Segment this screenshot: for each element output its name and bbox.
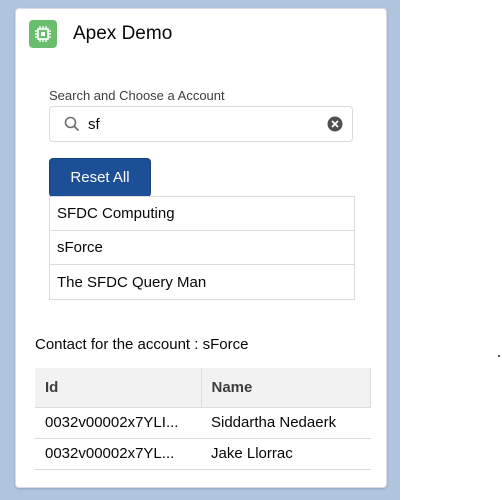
contact-name-cell: Siddartha Nedaerk: [201, 407, 371, 439]
reset-all-button[interactable]: Reset All: [49, 158, 151, 197]
card-header: Apex Demo: [29, 19, 172, 49]
table-row: 0032v00002x7YL... Jake Llorrac: [35, 438, 371, 470]
account-item-sfdc-computing[interactable]: SFDC Computing: [50, 197, 354, 231]
search-label: Search and Choose a Account: [49, 88, 225, 103]
chip-icon: [29, 20, 57, 48]
side-background: [400, 0, 502, 500]
table-row: 0032v00002x7YLI... Siddartha Nedaerk: [35, 407, 371, 439]
account-item-sfdc-query-man[interactable]: The SFDC Query Man: [50, 265, 354, 299]
stray-dot: [498, 355, 500, 357]
column-header-id[interactable]: Id: [35, 368, 202, 408]
apex-demo-card: Apex Demo Search and Choose a Account sf…: [15, 8, 387, 488]
account-item-sforce[interactable]: sForce: [50, 231, 354, 265]
contact-id-cell: 0032v00002x7YLI...: [35, 407, 201, 439]
contacts-table: Id Name 0032v00002x7YLI... Siddartha Ned…: [35, 368, 371, 470]
table-header-row: Id Name: [35, 368, 371, 408]
search-icon: [64, 116, 80, 132]
account-results-list: SFDC Computing sForce The SFDC Query Man: [49, 196, 355, 300]
clear-icon[interactable]: [327, 116, 343, 132]
contact-heading: Contact for the account : sForce: [35, 336, 249, 353]
contact-id-cell: 0032v00002x7YL...: [35, 438, 201, 470]
search-value[interactable]: sf: [88, 116, 327, 133]
contact-name-cell: Jake Llorrac: [201, 438, 371, 470]
card-title: Apex Demo: [73, 23, 173, 44]
search-input[interactable]: sf: [49, 106, 353, 142]
column-header-name[interactable]: Name: [201, 368, 371, 408]
